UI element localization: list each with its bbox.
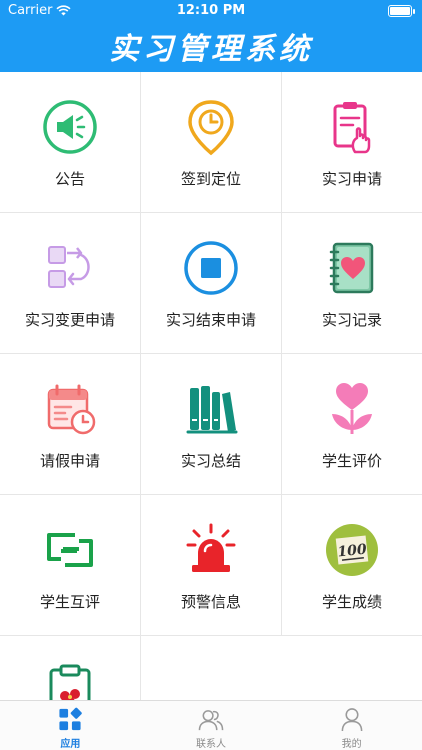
grid-item-label: 实习结束申请	[165, 311, 256, 329]
grid-item-label: 预警信息	[180, 593, 241, 611]
grid-item-internship-summary[interactable]: 实习总结	[141, 354, 282, 495]
application-form-icon	[333, 102, 371, 154]
grid-item-student-evaluation[interactable]: 学生评价	[282, 354, 422, 495]
tab-label: 联系人	[196, 739, 226, 750]
page-title: 实习管理系统	[109, 32, 313, 67]
grid-item-label: 实习申请	[321, 170, 382, 188]
grid-item-clipboard[interactable]	[0, 636, 141, 700]
flower-icon	[332, 383, 372, 434]
status-bar: Carrier 12:10 PM	[0, 0, 422, 22]
grid-item-internship-record[interactable]: 实习记录	[282, 213, 422, 354]
tab-label: 我的	[341, 739, 362, 750]
profile-icon	[341, 708, 363, 732]
grid-item-label: 学生评价	[321, 452, 382, 470]
grid-item-announcement[interactable]: 公告	[0, 72, 141, 213]
clipboard-icon	[49, 664, 91, 700]
tab-apps[interactable]: 应用	[0, 701, 141, 750]
apps-icon	[59, 707, 83, 731]
notebook-icon	[329, 242, 374, 294]
grid-item-leave-application[interactable]: 请假申请	[0, 354, 141, 495]
siren-icon	[186, 523, 236, 572]
swap-icon	[48, 246, 90, 288]
grid-item-label: 请假申请	[39, 452, 100, 470]
interlock-icon	[47, 533, 93, 567]
location-pin-icon	[188, 100, 234, 156]
grid-item-label: 学生互评	[39, 593, 100, 611]
tab-contacts[interactable]: 联系人	[141, 701, 282, 750]
grid-item-label: 实习总结	[180, 452, 241, 470]
grid-item-change-application[interactable]: 实习变更申请	[0, 213, 141, 354]
grid-item-label: 签到定位	[180, 170, 241, 188]
app-header: Carrier 12:10 PM 实习管理系统	[0, 0, 422, 72]
grid-item-label: 公告	[54, 170, 85, 188]
grid-item-internship-application[interactable]: 实习申请	[282, 72, 422, 213]
grid-item-peer-evaluation[interactable]: 学生互评	[0, 495, 141, 636]
battery-icon	[388, 5, 415, 17]
grid-item-label: 学生成绩	[321, 593, 382, 611]
books-icon	[186, 386, 238, 434]
app-grid: 公告 签到定位 实习申请 实习变更申请 实习结束申请 实习记录 请假申请 实习总…	[0, 72, 422, 700]
megaphone-icon	[43, 100, 97, 154]
stop-icon	[184, 241, 238, 295]
grid-item-label: 实习记录	[321, 311, 382, 329]
grid-item-warning-info[interactable]: 预警信息	[141, 495, 282, 636]
contacts-icon	[198, 710, 224, 731]
tab-bar: 应用 联系人 我的	[0, 700, 422, 750]
tab-profile[interactable]: 我的	[281, 701, 422, 750]
grid-item-end-application[interactable]: 实习结束申请	[141, 213, 282, 354]
calendar-clock-icon	[47, 384, 96, 435]
grid-item-check-in[interactable]: 签到定位	[141, 72, 282, 213]
tab-label: 应用	[60, 739, 81, 750]
score-icon: 100	[326, 524, 378, 576]
grid-item-student-scores[interactable]: 100 学生成绩	[282, 495, 422, 636]
grid-item-label: 实习变更申请	[24, 311, 115, 329]
status-time: 12:10 PM	[176, 3, 246, 18]
